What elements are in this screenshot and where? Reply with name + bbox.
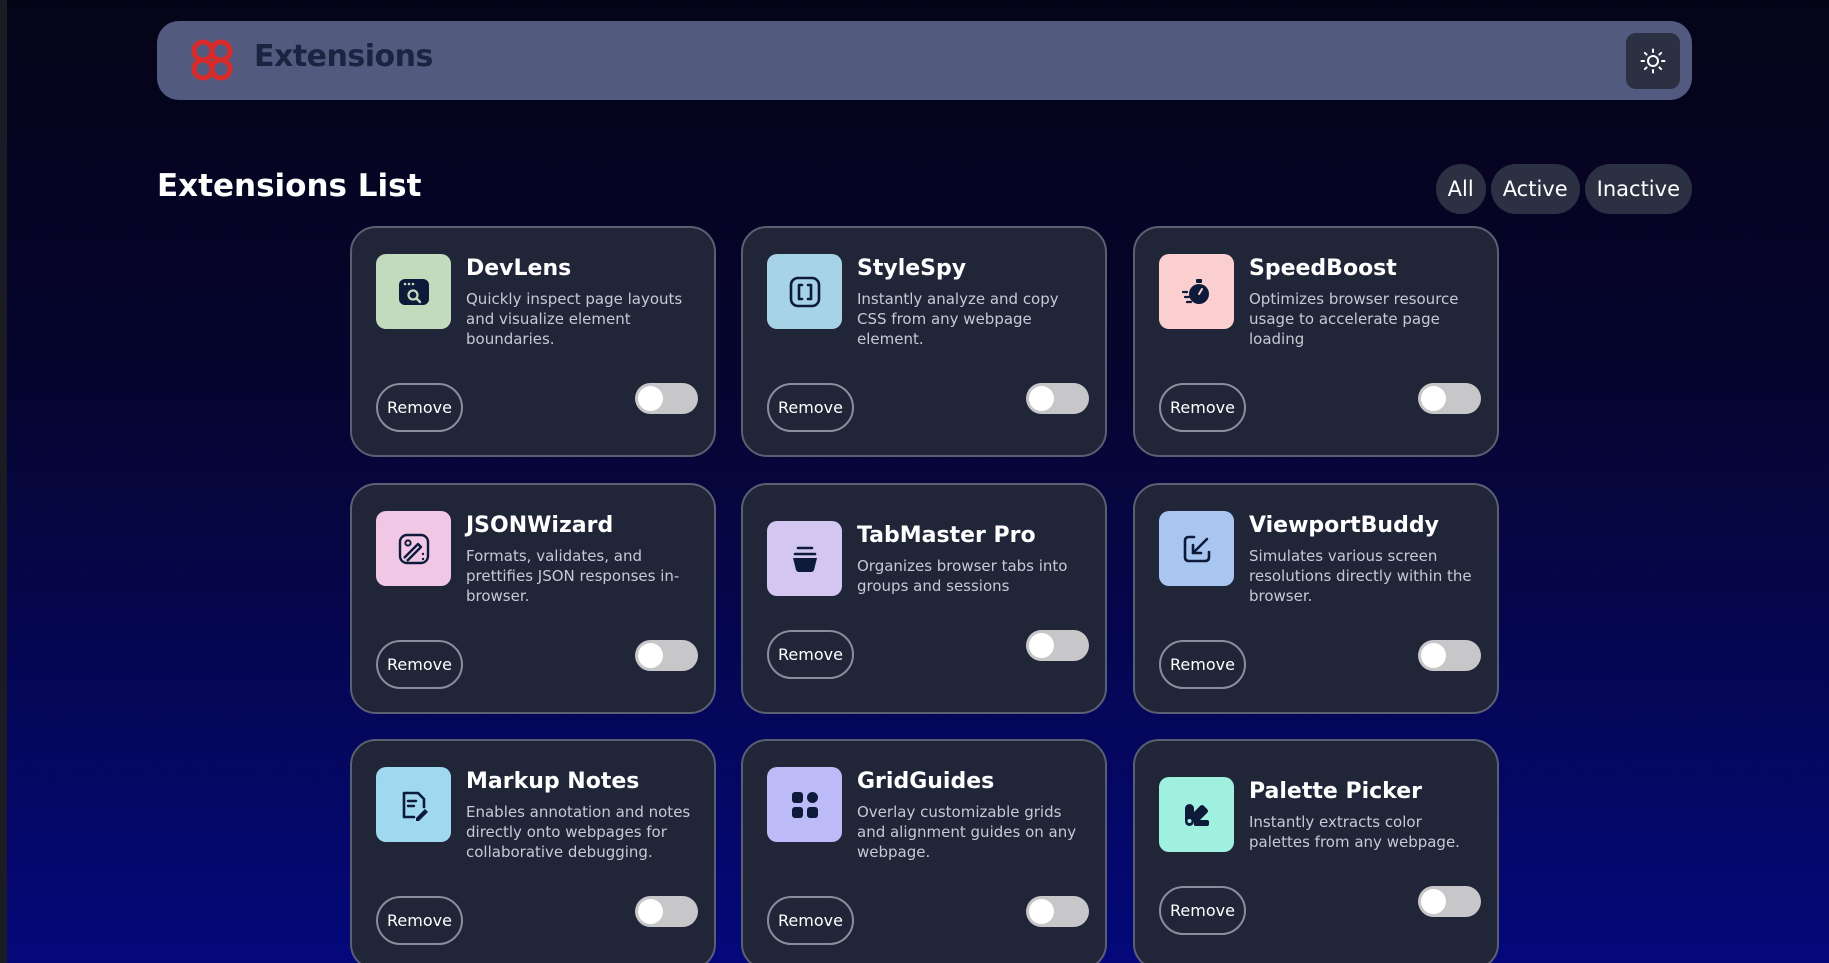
toggle-knob (1029, 386, 1054, 411)
active-toggle[interactable] (1418, 383, 1481, 414)
toggle-knob (1421, 643, 1446, 668)
icon-tile (376, 511, 451, 586)
extension-description: Organizes browser tabs into groups and s… (857, 557, 1068, 595)
remove-button[interactable]: Remove (376, 896, 463, 945)
page-title: Extensions List (157, 168, 422, 204)
extension-card-palette-picker: Palette Picker Instantly extracts color … (1133, 739, 1499, 963)
extension-description: Optimizes browser resource usage to acce… (1249, 290, 1459, 348)
extension-description: Overlay customizable grids and alignment… (857, 803, 1077, 861)
sun-icon (1640, 48, 1666, 74)
remove-button[interactable]: Remove (1159, 383, 1246, 432)
icon-tile (1159, 511, 1234, 586)
active-toggle[interactable] (635, 896, 698, 927)
grid-shapes-icon (791, 791, 818, 818)
toggle-knob (1421, 386, 1446, 411)
remove-button[interactable]: Remove (767, 896, 854, 945)
extension-name: TabMaster Pro (857, 523, 1036, 548)
remove-button[interactable]: Remove (376, 640, 463, 689)
active-toggle[interactable] (1026, 896, 1089, 927)
filter-group: All Active Inactive (1435, 164, 1692, 214)
extension-name: Palette Picker (1249, 779, 1422, 804)
filter-all-button[interactable]: All (1435, 164, 1486, 214)
logo-icon (191, 39, 233, 81)
extension-card-markup-notes: Markup Notes Enables annotation and note… (350, 739, 716, 963)
remove-button[interactable]: Remove (767, 383, 854, 432)
resize-arrow-icon (1183, 535, 1210, 562)
extension-description: Quickly inspect page layouts and visuali… (466, 290, 683, 348)
active-toggle[interactable] (1418, 640, 1481, 671)
icon-tile (767, 767, 842, 842)
extension-name: DevLens (466, 256, 572, 281)
active-toggle[interactable] (1026, 383, 1089, 414)
icon-tile (1159, 777, 1234, 852)
toggle-knob (638, 386, 663, 411)
extension-name: Markup Notes (466, 769, 640, 794)
extension-description: Formats, validates, and prettifies JSON … (466, 547, 680, 605)
jar-icon (792, 546, 817, 572)
toggle-knob (1029, 899, 1054, 924)
icon-tile (376, 254, 451, 329)
icon-tile (767, 521, 842, 596)
filter-active-button[interactable]: Active (1490, 164, 1580, 214)
toggle-knob (1029, 633, 1054, 658)
note-pen-icon (402, 791, 428, 821)
active-toggle[interactable] (1418, 886, 1481, 917)
remove-button[interactable]: Remove (1159, 640, 1246, 689)
extension-card-gridguides: GridGuides Overlay customizable grids an… (741, 739, 1107, 963)
extension-name: JSONWizard (466, 513, 614, 538)
filter-inactive-button[interactable]: Inactive (1584, 164, 1692, 214)
extension-name: SpeedBoost (1249, 256, 1397, 281)
theme-toggle-button[interactable] (1626, 33, 1680, 89)
extension-card-stylespy: StyleSpy Instantly analyze and copy CSS … (741, 226, 1107, 457)
remove-button[interactable]: Remove (767, 630, 854, 679)
extension-description: Enables annotation and notes directly on… (466, 803, 691, 861)
extension-name: ViewportBuddy (1249, 513, 1439, 538)
toggle-knob (1421, 889, 1446, 914)
remove-button[interactable]: Remove (1159, 886, 1246, 935)
extension-card-tabmaster-pro: TabMaster Pro Organizes browser tabs int… (741, 483, 1107, 714)
active-toggle[interactable] (635, 640, 698, 671)
icon-tile (767, 254, 842, 329)
remove-button[interactable]: Remove (376, 383, 463, 432)
extension-card-devlens: DevLens Quickly inspect page layouts and… (350, 226, 716, 457)
stopwatch-icon (1181, 278, 1209, 304)
extension-description: Instantly extracts color palettes from a… (1249, 813, 1460, 851)
palette-swatch-icon (1184, 803, 1209, 826)
icon-tile (376, 767, 451, 842)
window-edge (0, 0, 7, 963)
browser-search-icon (398, 278, 429, 305)
extension-name: GridGuides (857, 769, 995, 794)
active-toggle[interactable] (1026, 630, 1089, 661)
extension-card-jsonwizard: JSONWizard Formats, validates, and prett… (350, 483, 716, 714)
icon-tile (1159, 254, 1234, 329)
extension-description: Simulates various screen resolutions dir… (1249, 547, 1472, 605)
image-wand-icon (398, 533, 429, 564)
active-toggle[interactable] (635, 383, 698, 414)
extension-description: Instantly analyze and copy CSS from any … (857, 290, 1059, 348)
code-brackets-icon (789, 276, 820, 307)
top-bar: Extensions (157, 21, 1692, 100)
extension-card-speedboost: SpeedBoost Optimizes browser resource us… (1133, 226, 1499, 457)
toggle-knob (638, 643, 663, 668)
extension-name: StyleSpy (857, 256, 967, 281)
app-title: Extensions (254, 39, 433, 74)
toggle-knob (638, 899, 663, 924)
extension-card-viewportbuddy: ViewportBuddy Simulates various screen r… (1133, 483, 1499, 714)
